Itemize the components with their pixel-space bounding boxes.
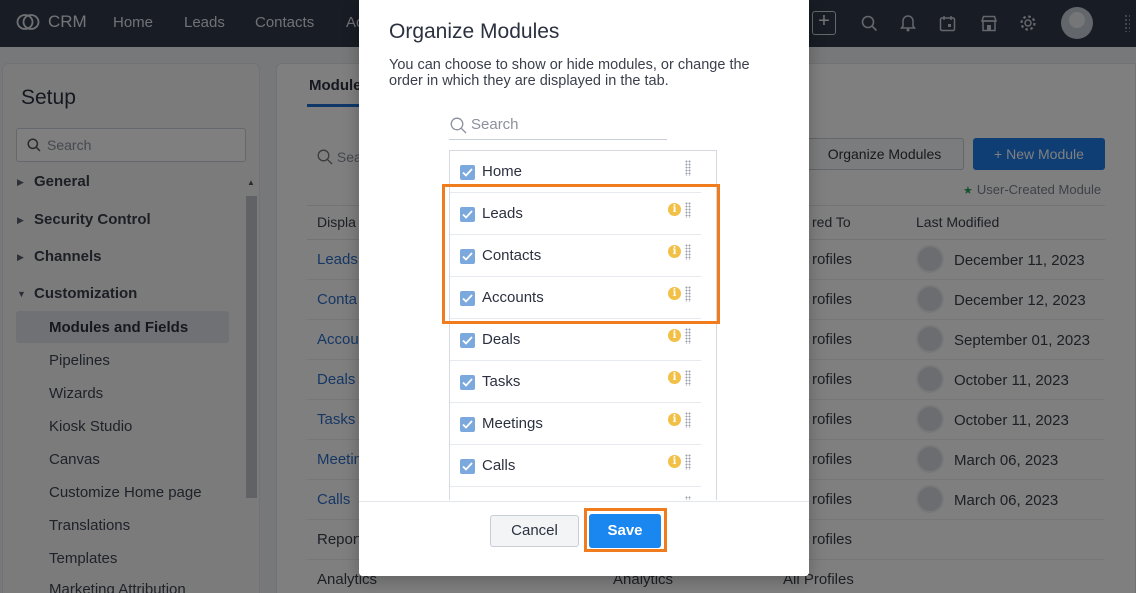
list-item[interactable]: Calls i [450,445,701,487]
dialog-title: Organize Modules [389,20,560,43]
drag-handle-icon[interactable] [685,328,691,344]
info-icon[interactable]: i [668,455,681,468]
cancel-button[interactable]: Cancel [490,515,579,547]
info-icon[interactable]: i [668,371,681,384]
module-label: Meetings [482,415,543,432]
drag-handle-icon[interactable] [685,454,691,470]
module-search-input[interactable]: Search [449,113,667,140]
module-label: Home [482,163,523,180]
info-icon[interactable]: i [668,413,681,426]
checkbox[interactable] [460,459,475,474]
checkbox[interactable] [460,375,475,390]
list-item[interactable]: Tasks i [450,361,701,403]
module-label: Tasks [482,373,521,390]
check-icon [462,462,473,471]
highlight-box-save [584,508,667,552]
drag-handle-icon[interactable] [685,412,691,428]
search-icon [450,117,467,134]
info-icon[interactable]: i [668,329,681,342]
module-search-placeholder: Search [471,116,519,133]
list-item[interactable]: Deals i [450,319,701,361]
module-label: Deals [482,331,521,348]
checkbox[interactable] [460,417,475,432]
check-icon [462,168,473,177]
check-icon [462,336,473,345]
drag-handle-icon[interactable] [685,370,691,386]
check-icon [462,420,473,429]
checkbox[interactable] [460,333,475,348]
drag-handle-icon[interactable] [685,496,691,500]
module-label: Calls [482,457,516,474]
checkbox[interactable] [460,165,475,180]
list-item[interactable] [450,487,701,500]
highlight-box-modules [442,184,720,324]
check-icon [462,378,473,387]
list-item[interactable]: Meetings i [450,403,701,445]
drag-handle-icon[interactable] [685,160,691,176]
dialog-description: You can choose to show or hide modules, … [389,57,750,89]
